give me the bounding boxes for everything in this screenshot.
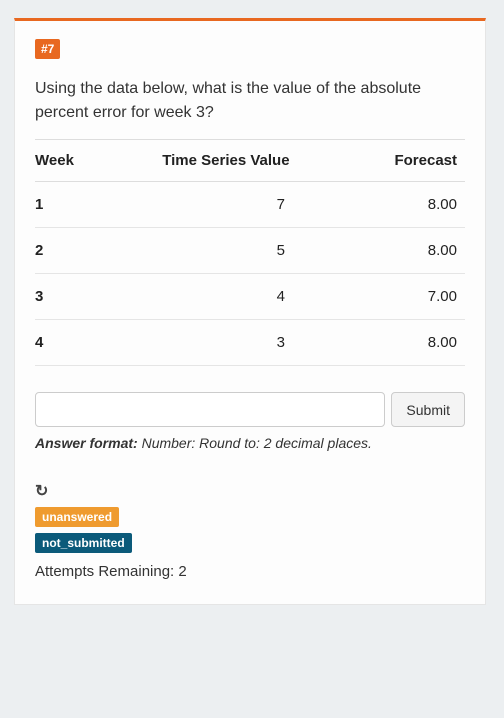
cell-week: 4 xyxy=(35,320,115,366)
col-week: Week xyxy=(35,140,115,182)
answer-format-text: Number: Round to: 2 decimal places. xyxy=(142,435,372,451)
cell-forecast: 8.00 xyxy=(345,320,465,366)
table-header-row: Week Time Series Value Forecast xyxy=(35,140,465,182)
status-not-submitted-badge: not_submitted xyxy=(35,533,132,553)
cell-forecast: 7.00 xyxy=(345,274,465,320)
data-table: Week Time Series Value Forecast 1 7 8.00… xyxy=(35,139,465,366)
attempts-label: Attempts Remaining: xyxy=(35,563,174,580)
col-tsv: Time Series Value xyxy=(115,140,345,182)
cell-tsv: 4 xyxy=(115,274,345,320)
cell-tsv: 5 xyxy=(115,228,345,274)
answer-format-label: Answer format: xyxy=(35,435,138,451)
cell-forecast: 8.00 xyxy=(345,182,465,228)
cell-week: 1 xyxy=(35,182,115,228)
answer-format: Answer format: Number: Round to: 2 decim… xyxy=(35,435,465,451)
table-row: 2 5 8.00 xyxy=(35,228,465,274)
cell-forecast: 8.00 xyxy=(345,228,465,274)
status-unanswered-badge: unanswered xyxy=(35,507,119,527)
cell-week: 3 xyxy=(35,274,115,320)
answer-input[interactable] xyxy=(35,392,385,427)
reset-icon[interactable]: ↻ xyxy=(35,481,51,497)
col-forecast: Forecast xyxy=(345,140,465,182)
question-card: #7 Using the data below, what is the val… xyxy=(14,18,486,605)
answer-row: Submit xyxy=(35,392,465,427)
cell-tsv: 7 xyxy=(115,182,345,228)
cell-tsv: 3 xyxy=(115,320,345,366)
table-row: 3 4 7.00 xyxy=(35,274,465,320)
table-row: 1 7 8.00 xyxy=(35,182,465,228)
question-number-badge: #7 xyxy=(35,39,60,59)
attempts-remaining: Attempts Remaining: 2 xyxy=(35,563,465,580)
attempts-value: 2 xyxy=(178,563,186,580)
cell-week: 2 xyxy=(35,228,115,274)
table-row: 4 3 8.00 xyxy=(35,320,465,366)
submit-button[interactable]: Submit xyxy=(391,392,465,427)
question-prompt: Using the data below, what is the value … xyxy=(35,77,465,125)
